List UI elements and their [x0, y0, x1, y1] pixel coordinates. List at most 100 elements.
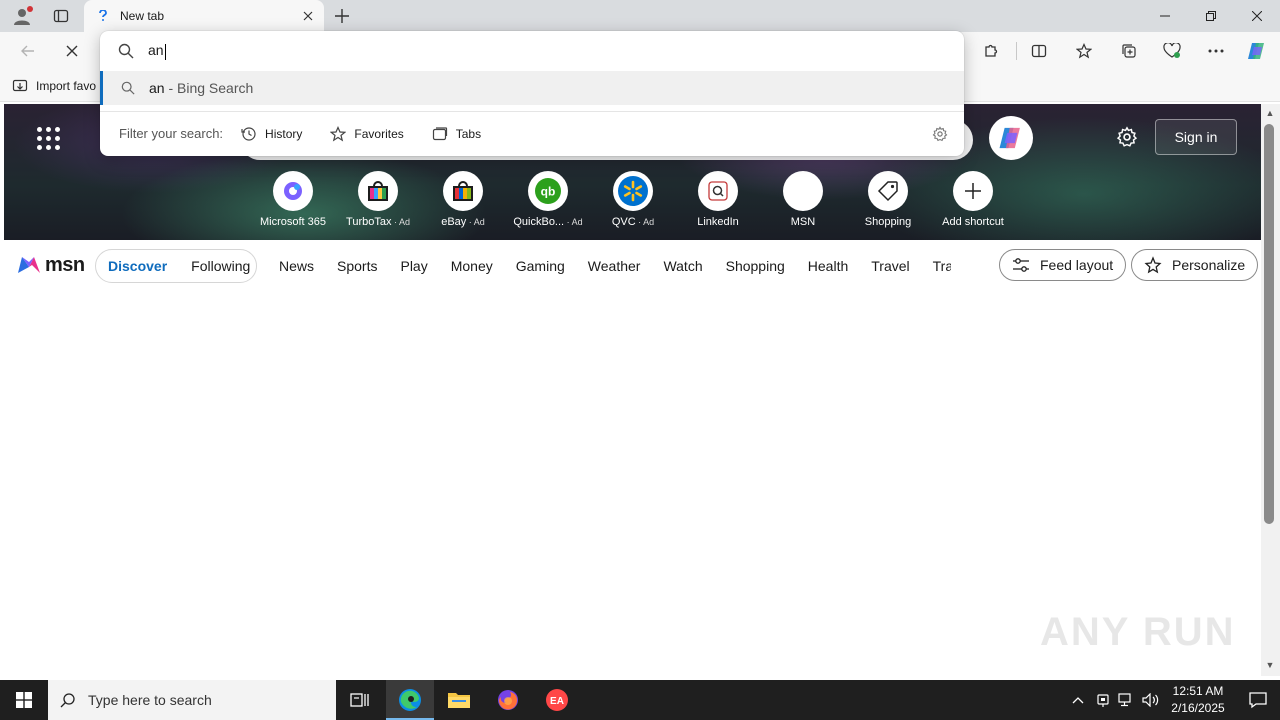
- profile-button[interactable]: [8, 4, 36, 28]
- tray-device-icon[interactable]: [1093, 690, 1113, 710]
- copilot-icon: [999, 127, 1020, 149]
- anyrun-watermark: ANY RUN: [1040, 610, 1236, 654]
- shortcut-msn[interactable]: MSN: [761, 171, 845, 233]
- msn-logo[interactable]: msn: [16, 252, 85, 278]
- text-caret: [164, 43, 166, 60]
- sign-in-button[interactable]: Sign in: [1155, 119, 1237, 155]
- close-icon: [1252, 11, 1262, 21]
- new-tab-page: Sign in Microsoft 365 TurboTax · Ad eBay…: [4, 104, 1261, 676]
- linkedin-icon: [698, 171, 738, 211]
- shortcut-qvc[interactable]: QVC · Ad: [591, 171, 675, 233]
- new-tab-button[interactable]: [330, 4, 354, 28]
- clock-time: 12:51 AM: [1172, 684, 1224, 698]
- split-screen-button[interactable]: [1025, 37, 1053, 65]
- system-clock[interactable]: 12:51 AM 2/16/2025: [1162, 683, 1234, 717]
- minimize-button[interactable]: [1142, 0, 1188, 32]
- svg-text:EA: EA: [550, 696, 564, 707]
- tab-title: New tab: [120, 9, 165, 23]
- volume-icon[interactable]: [1141, 690, 1161, 710]
- browser-essentials-button[interactable]: [1158, 37, 1186, 65]
- shortcut-label: Add shortcut: [942, 216, 1004, 228]
- extensions-button[interactable]: [977, 37, 1005, 65]
- nav-sports[interactable]: Sports: [337, 258, 377, 274]
- nav-money[interactable]: Money: [451, 258, 493, 274]
- nav-health[interactable]: Health: [808, 258, 848, 274]
- tray-overflow-chevron-icon[interactable]: [1068, 690, 1088, 710]
- start-button[interactable]: [0, 680, 48, 720]
- tab-new-tab[interactable]: New tab: [84, 0, 324, 32]
- shortcut-ebay[interactable]: eBay · Ad: [421, 171, 505, 233]
- back-arrow-icon: [21, 45, 34, 57]
- feed-layout-button[interactable]: Feed layout: [999, 249, 1127, 281]
- task-view-button[interactable]: [336, 680, 384, 720]
- personalize-button[interactable]: Personalize: [1131, 249, 1259, 281]
- shortcut-turbotax[interactable]: TurboTax · Ad: [336, 171, 420, 233]
- taskbar-search-box[interactable]: Type here to search: [48, 680, 336, 720]
- nav-play[interactable]: Play: [400, 258, 427, 274]
- copilot-button[interactable]: [1243, 37, 1271, 65]
- app-launcher-icon[interactable]: [34, 124, 62, 152]
- shortcut-quickbooks[interactable]: qb QuickBo... · Ad: [506, 171, 590, 233]
- nav-watch[interactable]: Watch: [663, 258, 702, 274]
- shortcut-linkedin[interactable]: LinkedIn: [676, 171, 760, 233]
- search-icon: [121, 81, 135, 95]
- close-window-button[interactable]: [1234, 0, 1280, 32]
- tab-following[interactable]: Following: [191, 258, 250, 274]
- scroll-up-icon[interactable]: ▲: [1263, 106, 1277, 120]
- notification-icon: [1249, 692, 1267, 709]
- address-bar-query: an: [148, 42, 164, 59]
- taskbar-file-explorer[interactable]: [435, 680, 483, 720]
- taskbar-edge[interactable]: [386, 680, 434, 720]
- page-scrollbar[interactable]: ▲ ▼: [1261, 104, 1280, 676]
- taskbar-search-placeholder: Type here to search: [88, 692, 212, 708]
- add-shortcut-button[interactable]: Add shortcut: [931, 171, 1015, 233]
- taskbar-firefox[interactable]: [484, 680, 532, 720]
- shortcut-label: QVC: [611, 216, 636, 228]
- stop-loading-button[interactable]: [58, 37, 86, 65]
- nav-gaming[interactable]: Gaming: [516, 258, 565, 274]
- suggestion-suffix: - Bing Search: [164, 80, 254, 96]
- favorites-button[interactable]: [1070, 37, 1098, 65]
- nav-shopping[interactable]: Shopping: [726, 258, 785, 274]
- copilot-search-button[interactable]: [989, 116, 1033, 160]
- collections-icon: [1122, 44, 1136, 58]
- nav-travel[interactable]: Travel: [871, 258, 909, 274]
- nav-news[interactable]: News: [279, 258, 314, 274]
- tab-discover[interactable]: Discover: [108, 258, 167, 274]
- shortcut-shopping[interactable]: Shopping: [846, 171, 930, 233]
- windows-logo-icon: [16, 692, 32, 708]
- nav-traffic[interactable]: Tra: [933, 258, 951, 274]
- filter-history[interactable]: History: [241, 126, 302, 142]
- taskbar-ea-app[interactable]: EA: [533, 680, 581, 720]
- tab-actions-icon: [53, 9, 69, 23]
- suggestion-bing-search[interactable]: an - Bing Search: [100, 71, 964, 105]
- personalize-label: Personalize: [1172, 257, 1246, 273]
- search-icon: [60, 693, 75, 708]
- sliders-icon: [1013, 258, 1029, 272]
- nav-weather[interactable]: Weather: [588, 258, 641, 274]
- plus-icon: [335, 9, 349, 23]
- action-center-button[interactable]: [1236, 680, 1280, 720]
- page-settings-button[interactable]: [1112, 122, 1142, 152]
- collections-button[interactable]: [1115, 37, 1143, 65]
- close-tab-icon[interactable]: [296, 4, 320, 28]
- msn-butterfly-icon: [18, 257, 40, 273]
- filter-favorites[interactable]: Favorites: [330, 125, 404, 142]
- folder-icon: [448, 693, 470, 708]
- back-button[interactable]: [14, 37, 42, 65]
- settings-more-button[interactable]: [1202, 37, 1230, 65]
- import-favorites-button[interactable]: Import favo: [12, 76, 96, 96]
- firefox-icon: [498, 690, 518, 710]
- shortcut-microsoft-365[interactable]: Microsoft 365: [251, 171, 335, 233]
- scroll-thumb[interactable]: [1264, 124, 1274, 524]
- msn-feed-nav: msn Discover Following News Sports Play …: [4, 240, 1261, 290]
- search-settings-gear-icon[interactable]: [930, 124, 950, 144]
- tab-actions-button[interactable]: [48, 4, 74, 28]
- scroll-down-icon[interactable]: ▼: [1263, 658, 1277, 672]
- ellipsis-icon: [1208, 49, 1224, 53]
- restore-button[interactable]: [1188, 0, 1234, 32]
- shopping-tag-icon: [868, 171, 908, 211]
- filter-tabs[interactable]: Tabs: [432, 126, 481, 142]
- network-icon[interactable]: [1116, 690, 1136, 710]
- address-bar-input[interactable]: an: [100, 31, 964, 71]
